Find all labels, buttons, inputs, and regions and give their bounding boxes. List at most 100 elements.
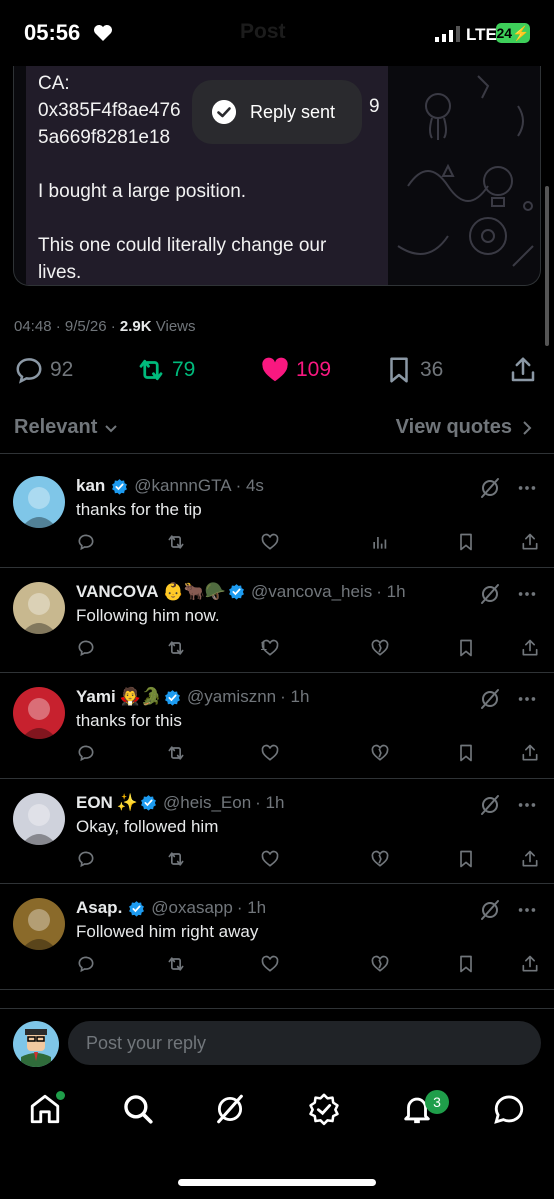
reply-author-name[interactable]: VANCOVA	[76, 582, 159, 602]
reply-item[interactable]: VANCOVA 👶🐂🪖 @vancova_heis · 1h Following…	[0, 568, 554, 673]
tab-grok[interactable]	[213, 1092, 253, 1132]
repost-count: 79	[172, 358, 196, 381]
reply-reply-button[interactable]	[76, 638, 96, 658]
reply-text: Following him now.	[76, 605, 220, 625]
dislike-icon	[371, 639, 389, 656]
home-indicator[interactable]	[178, 1179, 376, 1186]
reply-repost-button[interactable]	[166, 954, 186, 974]
reply-repost-button[interactable]	[166, 638, 186, 658]
reply-author-name[interactable]: kan	[76, 476, 105, 496]
reply-author-handle[interactable]: @yamisznn	[187, 687, 276, 707]
verified-icon	[141, 795, 156, 811]
scrollbar[interactable]	[545, 186, 549, 346]
reply-author-name[interactable]: EON	[76, 793, 113, 813]
reply-repost-button[interactable]	[166, 743, 186, 763]
reply-icon	[78, 639, 94, 656]
reply-bookmark-button[interactable]	[456, 532, 476, 552]
reply-item[interactable]: Yami 🧛🐊 @yamisznn · 1h thanks for this	[0, 673, 554, 779]
reply-like-button[interactable]	[260, 954, 280, 974]
tab-messages[interactable]	[492, 1092, 532, 1132]
reply-like-button[interactable]	[260, 532, 280, 552]
more-icon[interactable]	[516, 688, 538, 710]
reply-author-name[interactable]: Yami	[76, 687, 116, 707]
reply-author-handle[interactable]: @kannnGTA	[134, 476, 231, 496]
grok-icon[interactable]	[478, 476, 502, 500]
reply-reply-button[interactable]	[76, 849, 96, 869]
reply-reply-button[interactable]	[76, 743, 96, 763]
bookmark-icon	[460, 955, 472, 973]
avatar[interactable]	[13, 687, 65, 739]
reply-author-handle[interactable]: @heis_Eon	[163, 793, 251, 813]
reply-header: EON ✨ @heis_Eon · 1h	[76, 793, 284, 813]
reply-time: · 1h	[376, 581, 406, 601]
reply-dislike-button[interactable]	[370, 954, 390, 974]
reply-header: kan @kannnGTA · 4s	[76, 476, 264, 496]
avatar-face-icon	[21, 698, 57, 739]
reply-repost-button[interactable]	[166, 532, 186, 552]
reply-bookmark-button[interactable]	[456, 743, 476, 763]
grok-icon[interactable]	[478, 687, 502, 711]
tab-verified-orgs[interactable]	[307, 1092, 347, 1132]
my-avatar[interactable]	[13, 1021, 59, 1067]
signal-icon	[435, 26, 460, 42]
reply-item[interactable]: EON ✨ @heis_Eon · 1h Okay, followed him	[0, 779, 554, 884]
reply-like-button[interactable]: 1	[260, 638, 280, 658]
reply-like-button[interactable]	[260, 743, 280, 763]
more-icon[interactable]	[516, 794, 538, 816]
reply-author-handle[interactable]: @vancova_heis	[251, 582, 372, 602]
reply-views-button[interactable]	[370, 532, 390, 552]
reply-top-actions	[478, 687, 538, 711]
like-button[interactable]: 109	[260, 355, 331, 385]
search-icon	[124, 1095, 153, 1124]
tab-search[interactable]	[121, 1092, 161, 1132]
reply-author-handle[interactable]: @oxasapp	[151, 898, 233, 918]
reply-bookmark-button[interactable]	[456, 954, 476, 974]
reply-share-button[interactable]	[520, 638, 540, 658]
more-icon[interactable]	[516, 583, 538, 605]
avatar[interactable]	[13, 792, 65, 845]
repost-button[interactable]: 79	[136, 355, 195, 385]
reply-input[interactable]	[68, 1021, 541, 1065]
reply-button[interactable]: 92	[14, 355, 73, 385]
sort-dropdown[interactable]: Relevant	[14, 416, 119, 439]
chevron-right-icon	[523, 420, 532, 435]
reply-share-button[interactable]	[520, 532, 540, 552]
reply-dislike-button[interactable]	[370, 849, 390, 869]
reply-bookmark-button[interactable]	[456, 638, 476, 658]
reply-author-name[interactable]: Asap.	[76, 898, 122, 918]
more-icon[interactable]	[516, 477, 538, 499]
grok-icon[interactable]	[478, 582, 502, 606]
avatar[interactable]	[13, 476, 65, 528]
post-timestamp: 04:48 · 9/5/26 ·	[14, 318, 120, 335]
reply-reply-button[interactable]	[76, 532, 96, 552]
share-button[interactable]	[508, 355, 538, 385]
reply-text: thanks for the tip	[76, 500, 202, 519]
avatar[interactable]	[13, 581, 65, 634]
reply-share-button[interactable]	[520, 743, 540, 763]
reply-dislike-button[interactable]	[370, 638, 390, 658]
reply-like-button[interactable]	[260, 849, 280, 869]
grok-icon[interactable]	[478, 793, 502, 817]
views-count: 2.9K	[119, 318, 152, 335]
bookmark-button[interactable]: 36	[384, 355, 443, 385]
avatar-face-icon	[21, 487, 57, 528]
reply-item[interactable]: kan @kannnGTA · 4s thanks for the tip	[0, 462, 554, 568]
reply-text: Okay, followed him	[76, 816, 219, 836]
reply-author-emoji: 👶🐂🪖	[162, 581, 227, 601]
reply-dislike-button[interactable]	[370, 743, 390, 763]
view-quotes-link[interactable]: View quotes	[396, 416, 534, 439]
post-actions: 92 79 109 36	[0, 355, 554, 395]
grok-icon[interactable]	[478, 898, 502, 922]
reply-reply-button[interactable]	[76, 954, 96, 974]
reply-item[interactable]: Asap. @oxasapp · 1h Followed him right a…	[0, 884, 554, 990]
reply-repost-button[interactable]	[166, 849, 186, 869]
bookmark-icon	[460, 639, 472, 656]
avatar[interactable]	[13, 898, 65, 950]
reply-top-actions	[478, 476, 538, 500]
more-icon[interactable]	[516, 899, 538, 921]
repost-icon	[168, 535, 184, 549]
reply-bookmark-button[interactable]	[456, 849, 476, 869]
reply-share-button[interactable]	[520, 954, 540, 974]
reply-share-button[interactable]	[520, 849, 540, 869]
reply-author-emoji: 🧛🐊	[119, 687, 163, 706]
